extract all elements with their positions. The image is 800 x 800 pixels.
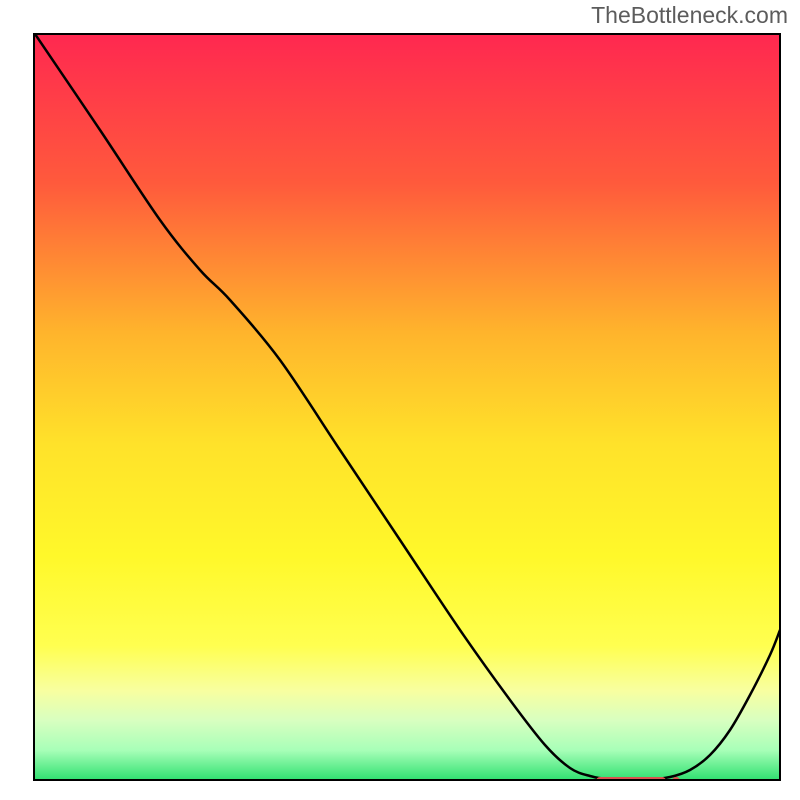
chart-container: TheBottleneck.com [0, 0, 800, 800]
bottleneck-chart [0, 0, 800, 800]
plot-background [34, 34, 780, 780]
watermark-text: TheBottleneck.com [591, 2, 788, 29]
